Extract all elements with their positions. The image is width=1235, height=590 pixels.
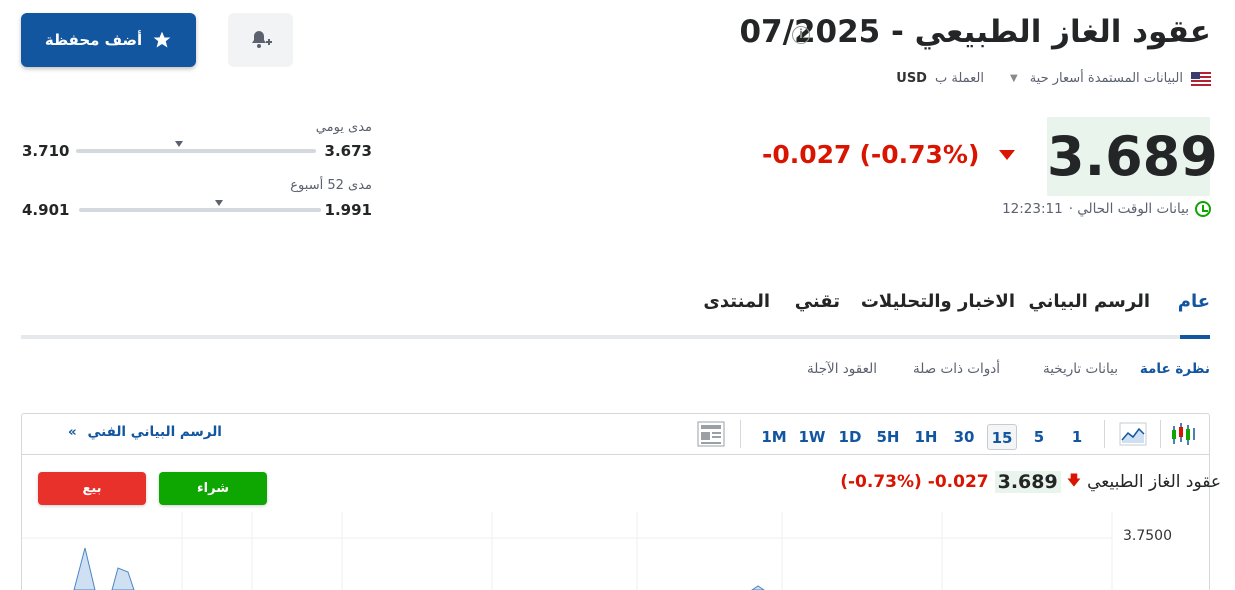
toolbar-divider xyxy=(1104,420,1105,448)
chart-change: -0.027 xyxy=(927,472,989,492)
add-portfolio-button[interactable]: أضف محفظة xyxy=(21,13,196,67)
price-chart-area[interactable] xyxy=(22,512,1209,590)
y-axis-label: 3.7500 xyxy=(1123,528,1172,544)
period-1[interactable]: 1 xyxy=(1065,424,1089,450)
week52-range-bar xyxy=(79,208,321,212)
chart-instrument-name: عقود الغاز الطبيعي xyxy=(1087,472,1221,492)
tab-general[interactable]: عام xyxy=(1178,291,1210,312)
us-flag-icon xyxy=(1191,71,1211,86)
week52-range-label: مدى 52 أسبوع xyxy=(290,178,372,193)
period-15[interactable]: 15 xyxy=(987,424,1017,450)
quote-time-row: بيانات الوقت الحالي · 12:23:11 xyxy=(1002,201,1211,217)
tab-news-analysis[interactable]: الاخبار والتحليلات xyxy=(861,291,1015,312)
clock-icon xyxy=(1195,201,1211,217)
candlestick-chart-icon[interactable] xyxy=(1170,420,1196,448)
last-price: 3.689 xyxy=(1047,117,1218,196)
chart-instrument-header: عقود الغاز الطبيعي 🡇 3.689 -0.027 (-0.73… xyxy=(840,470,1221,494)
chevron-down-icon[interactable]: ▼ xyxy=(1010,73,1018,84)
toolbar-divider xyxy=(740,420,741,448)
period-1d[interactable]: 1D xyxy=(835,424,865,450)
down-arrow-icon: 🡇 xyxy=(1066,473,1082,489)
instrument-title: عقود الغاز الطبيعي - 07/2025 xyxy=(739,14,1211,50)
sell-button[interactable]: بيع xyxy=(38,472,146,505)
bell-plus-icon xyxy=(251,31,272,48)
subtab-historical-data[interactable]: بيانات تاريخية xyxy=(1043,361,1118,377)
technical-chart-label: الرسم البياني الفني xyxy=(87,424,222,440)
period-5[interactable]: 5 xyxy=(1027,424,1051,450)
period-1m[interactable]: 1M xyxy=(758,424,790,450)
area-chart-icon[interactable] xyxy=(1119,422,1147,446)
daily-range-bar xyxy=(76,149,316,153)
down-arrow-icon xyxy=(999,149,1016,160)
daily-range-marker xyxy=(175,141,184,147)
instrument-meta-row: البيانات المستمدة أسعار حية ▼ العملة ب U… xyxy=(896,71,1211,86)
week52-range-low: 1.991 xyxy=(324,201,372,219)
tab-active-indicator xyxy=(1180,335,1210,339)
change-value: -0.027 xyxy=(762,140,852,169)
info-icon[interactable]: i xyxy=(792,26,810,44)
tab-forum[interactable]: المنتدى xyxy=(703,291,770,312)
currency-value: USD xyxy=(896,71,927,86)
tab-technical[interactable]: تقني xyxy=(795,291,840,312)
subtab-futures-contracts[interactable]: العقود الآجلة xyxy=(807,361,877,377)
realtime-data-label[interactable]: البيانات المستمدة أسعار حية xyxy=(1030,71,1183,86)
price-change: -0.027 (-0.73%) xyxy=(762,140,1016,169)
week52-range-marker xyxy=(215,200,224,206)
period-1h[interactable]: 1H xyxy=(911,424,941,450)
week52-range-high: 4.901 xyxy=(22,201,70,219)
currency-label: العملة ب xyxy=(934,71,984,86)
time-label: بيانات الوقت الحالي · xyxy=(1068,201,1189,217)
buy-button[interactable]: شراء xyxy=(159,472,267,505)
add-alert-button[interactable] xyxy=(228,13,293,67)
news-overlay-icon[interactable] xyxy=(697,421,725,447)
daily-range-high: 3.710 xyxy=(22,142,70,160)
daily-range-label: مدى يومي xyxy=(315,120,372,135)
period-5h[interactable]: 5H xyxy=(873,424,903,450)
subtab-overview[interactable]: نظرة عامة xyxy=(1140,361,1210,377)
chart-change-percent: (-0.73%) xyxy=(840,472,922,492)
subtab-related-instruments[interactable]: أدوات ذات صلة xyxy=(913,361,1000,377)
daily-range-low: 3.673 xyxy=(324,142,372,160)
double-chevron-icon: » xyxy=(68,424,77,440)
period-30[interactable]: 30 xyxy=(949,424,979,450)
tab-chart[interactable]: الرسم البياني xyxy=(1028,291,1150,312)
star-icon xyxy=(153,31,171,48)
toolbar-divider xyxy=(1160,420,1161,448)
chart-price: 3.689 xyxy=(994,471,1061,493)
period-1w[interactable]: 1W xyxy=(796,424,828,450)
add-portfolio-label: أضف محفظة xyxy=(44,31,143,49)
time-value: 12:23:11 xyxy=(1002,201,1063,217)
tabs-underline xyxy=(21,335,1210,339)
technical-chart-link[interactable]: الرسم البياني الفني » xyxy=(68,424,222,440)
change-percent: (-0.73%) xyxy=(859,140,980,169)
